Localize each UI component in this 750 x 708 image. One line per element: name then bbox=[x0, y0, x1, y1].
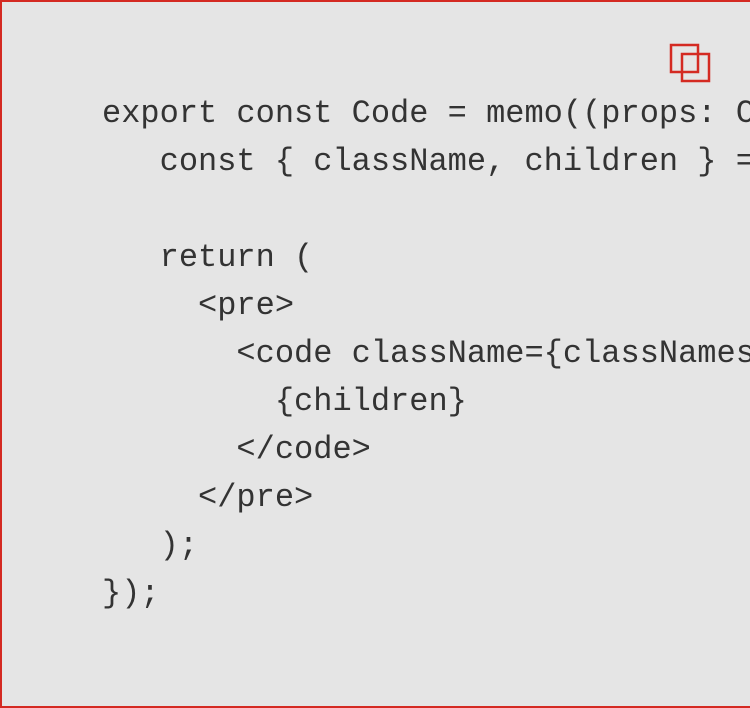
code-line: ); bbox=[102, 527, 199, 564]
copy-icon bbox=[669, 43, 711, 83]
code-block: export const Code = memo((props: C const… bbox=[2, 90, 750, 618]
code-line: const { className, children } = bbox=[102, 143, 750, 180]
code-line: </code> bbox=[102, 431, 371, 468]
code-line: }); bbox=[102, 575, 160, 612]
code-line: <code className={classNames bbox=[102, 335, 750, 372]
copy-button[interactable] bbox=[668, 42, 712, 86]
code-line: export const Code = memo((props: C bbox=[102, 95, 750, 132]
code-line: {children} bbox=[102, 383, 467, 420]
code-line: </pre> bbox=[102, 479, 314, 516]
code-line: return ( bbox=[102, 239, 314, 276]
code-snippet-panel: export const Code = memo((props: C const… bbox=[0, 0, 750, 708]
code-line: <pre> bbox=[102, 287, 295, 324]
